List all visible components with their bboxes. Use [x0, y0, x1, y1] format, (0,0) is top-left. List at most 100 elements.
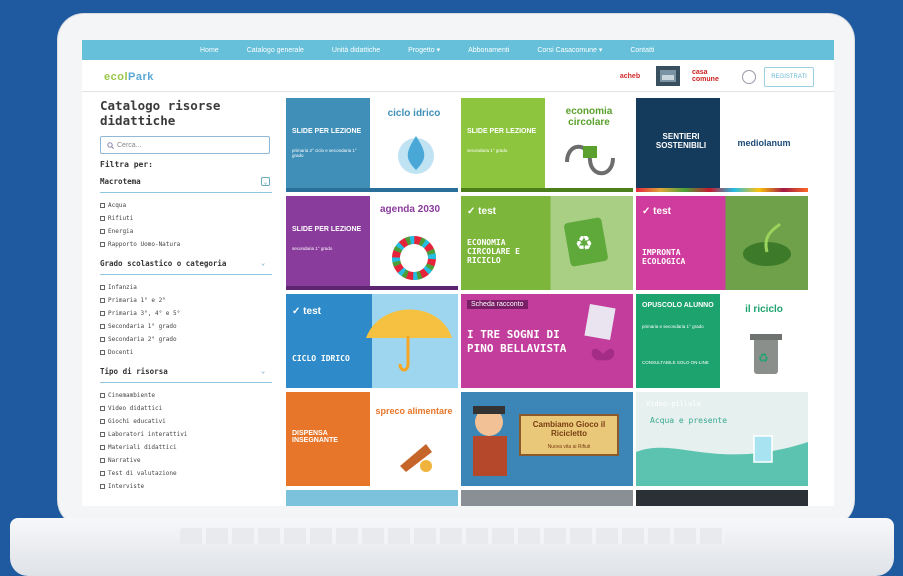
checkbox[interactable]: [100, 337, 105, 342]
card-economia-circolare-slide[interactable]: SLIDE PER LEZIONE secondaria 1° grado ec…: [461, 98, 633, 192]
card-spreco-alimentare[interactable]: DISPENSA INSEGNANTE spreco alimentare: [286, 392, 458, 486]
checkbox[interactable]: [100, 324, 105, 329]
option-rapporto-uomo-natura[interactable]: Rapporto Uomo-Natura: [100, 238, 272, 251]
card-partial-1[interactable]: [286, 490, 458, 506]
trash-bin-icon: ♻: [750, 334, 782, 374]
card-agenda-2030-slide[interactable]: SLIDE PER LEZIONE secondaria 1° grado ag…: [286, 196, 458, 290]
card-note: CONSULTABILE SOLO ON-LINE: [642, 360, 709, 365]
site-logo[interactable]: ecolPark: [104, 71, 154, 83]
card-cambiamo-gioco[interactable]: Cambiamo Gioco il Ricicletto Nuova vita …: [461, 392, 633, 486]
card-right-panel: economia circolare: [545, 98, 633, 192]
option-label: Narrative: [108, 457, 141, 464]
partner-logo-image[interactable]: [656, 66, 680, 86]
badge-label: test: [478, 206, 496, 217]
chevron-down-icon[interactable]: ⌄: [261, 177, 270, 186]
option-secondaria-1[interactable]: Secondaria 1° grado: [100, 320, 272, 333]
card-sentieri-sostenibili[interactable]: SENTIERI SOSTENIBILI mediolanum: [636, 98, 808, 192]
checkbox[interactable]: [100, 229, 105, 234]
card-ciclo-idrico-slide[interactable]: SLIDE PER LEZIONE primaria 2° ciclo e se…: [286, 98, 458, 192]
checkbox[interactable]: [100, 484, 105, 489]
option-materiali-didattici[interactable]: Materiali didattici: [100, 441, 272, 454]
option-laboratori[interactable]: Laboratori interattivi: [100, 428, 272, 441]
option-interviste[interactable]: Interviste: [100, 480, 272, 493]
checkbox[interactable]: [100, 419, 105, 424]
option-docenti[interactable]: Docenti: [100, 346, 272, 359]
card-title: IMPRONTA ECOLOGICA: [642, 248, 686, 266]
option-rifiuti[interactable]: Rifiuti: [100, 212, 272, 225]
card-type-label: OPUSCOLO ALUNNO: [642, 302, 714, 309]
option-giochi-educativi[interactable]: Giochi educativi: [100, 415, 272, 428]
chevron-down-icon[interactable]: ⌄: [261, 367, 270, 376]
option-acqua[interactable]: Acqua: [100, 199, 272, 212]
checkbox[interactable]: [100, 432, 105, 437]
card-right-panel: agenda 2030: [370, 196, 458, 290]
section-grado-scolastico[interactable]: Grado scolastico o categoria ⌄: [100, 259, 272, 275]
checkbox[interactable]: [100, 298, 105, 303]
option-label: Materiali didattici: [108, 444, 177, 451]
card-tag: Scheda racconto: [467, 300, 528, 309]
section-macrotema[interactable]: Macrotema ⌄: [100, 177, 272, 193]
grado-options: Infanzia Primaria 1° e 2° Primaria 3°, 4…: [100, 281, 272, 359]
logo-part-a: ecol: [104, 71, 129, 83]
option-narrative[interactable]: Narrative: [100, 454, 272, 467]
option-primaria-3-4-5[interactable]: Primaria 3°, 4° e 5°: [100, 307, 272, 320]
checkbox[interactable]: [100, 393, 105, 398]
recycling-loop-icon: [565, 144, 615, 176]
test-badge: ✓ test: [292, 306, 321, 317]
option-secondaria-2[interactable]: Secondaria 2° grado: [100, 333, 272, 346]
chevron-down-icon[interactable]: ⌄: [261, 259, 270, 268]
checkbox[interactable]: [100, 216, 105, 221]
user-icon[interactable]: [742, 70, 756, 84]
search-input[interactable]: Cerca...: [100, 136, 270, 154]
checkbox[interactable]: [100, 203, 105, 208]
option-energia[interactable]: Energia: [100, 225, 272, 238]
checkbox[interactable]: [100, 311, 105, 316]
card-bottom-bar: [286, 286, 458, 290]
nav-unita-didattiche[interactable]: Unità didattiche: [332, 47, 380, 54]
logo-part-b: Park: [128, 71, 154, 83]
option-label: Interviste: [108, 483, 145, 490]
option-label: Docenti: [108, 349, 134, 356]
checkbox[interactable]: [100, 445, 105, 450]
option-label: Energia: [108, 228, 134, 235]
option-label: Primaria 3°, 4° e 5°: [108, 310, 181, 317]
checkbox[interactable]: [100, 350, 105, 355]
nav-progetto[interactable]: Progetto ▾: [408, 46, 440, 54]
card-bottom-bar: [461, 188, 633, 192]
checkbox[interactable]: [100, 406, 105, 411]
partner-logo-acheb[interactable]: acheb: [618, 66, 642, 86]
card-subtitle: Nuova vita ai Rifiuti: [547, 444, 591, 450]
sdg-wheel-icon: [392, 236, 436, 280]
card-partial-3[interactable]: [636, 490, 808, 506]
option-cinemambiente[interactable]: Cinemambiente: [100, 389, 272, 402]
card-test-economia-circolare[interactable]: ✓ test ECONOMIA CIRCOLARE E RICICLO ♻: [461, 196, 633, 290]
option-primaria-1-2[interactable]: Primaria 1° e 2°: [100, 294, 272, 307]
nav-contatti[interactable]: Contatti: [630, 47, 654, 54]
nav-corsi-casacomune[interactable]: Corsi Casacomune ▾: [537, 46, 602, 54]
partner-logo-casacomune[interactable]: casa comune: [692, 66, 720, 86]
card-bottom-bar: [286, 188, 458, 192]
card-opuscolo-il-riciclo[interactable]: OPUSCOLO ALUNNO primaria e secondaria 1°…: [636, 294, 808, 388]
checkbox[interactable]: [100, 285, 105, 290]
section-tipo-risorsa[interactable]: Tipo di risorsa ⌄: [100, 367, 272, 383]
option-label: Rifiuti: [108, 215, 134, 222]
card-title: Cambiamo Gioco il Ricicletto: [532, 420, 606, 438]
card-test-ciclo-idrico[interactable]: ✓ test CICLO IDRICO: [286, 294, 458, 388]
card-scheda-racconto[interactable]: Scheda racconto I TRE SOGNI DI PINO BELL…: [461, 294, 633, 388]
checkbox[interactable]: [100, 471, 105, 476]
keyboard-keys: [180, 528, 725, 544]
card-video-pillole[interactable]: Video-pillole Acqua e presente: [636, 392, 808, 486]
option-test-valutazione[interactable]: Test di valutazione: [100, 467, 272, 480]
checkbox[interactable]: [100, 242, 105, 247]
option-video-didattici[interactable]: Video didattici: [100, 402, 272, 415]
nav-catalogo-generale[interactable]: Catalogo generale: [247, 47, 304, 54]
card-test-impronta-ecologica[interactable]: ✓ test IMPRONTA ECOLOGICA: [636, 196, 808, 290]
card-title: ciclo idrico: [387, 108, 441, 119]
checkbox[interactable]: [100, 458, 105, 463]
card-partial-2[interactable]: [461, 490, 633, 506]
card-title: CICLO IDRICO: [292, 354, 350, 363]
register-button[interactable]: REGISTRATI: [764, 67, 814, 87]
nav-abbonamenti[interactable]: Abbonamenti: [468, 47, 509, 54]
nav-home[interactable]: Home: [200, 47, 219, 54]
option-infanzia[interactable]: Infanzia: [100, 281, 272, 294]
